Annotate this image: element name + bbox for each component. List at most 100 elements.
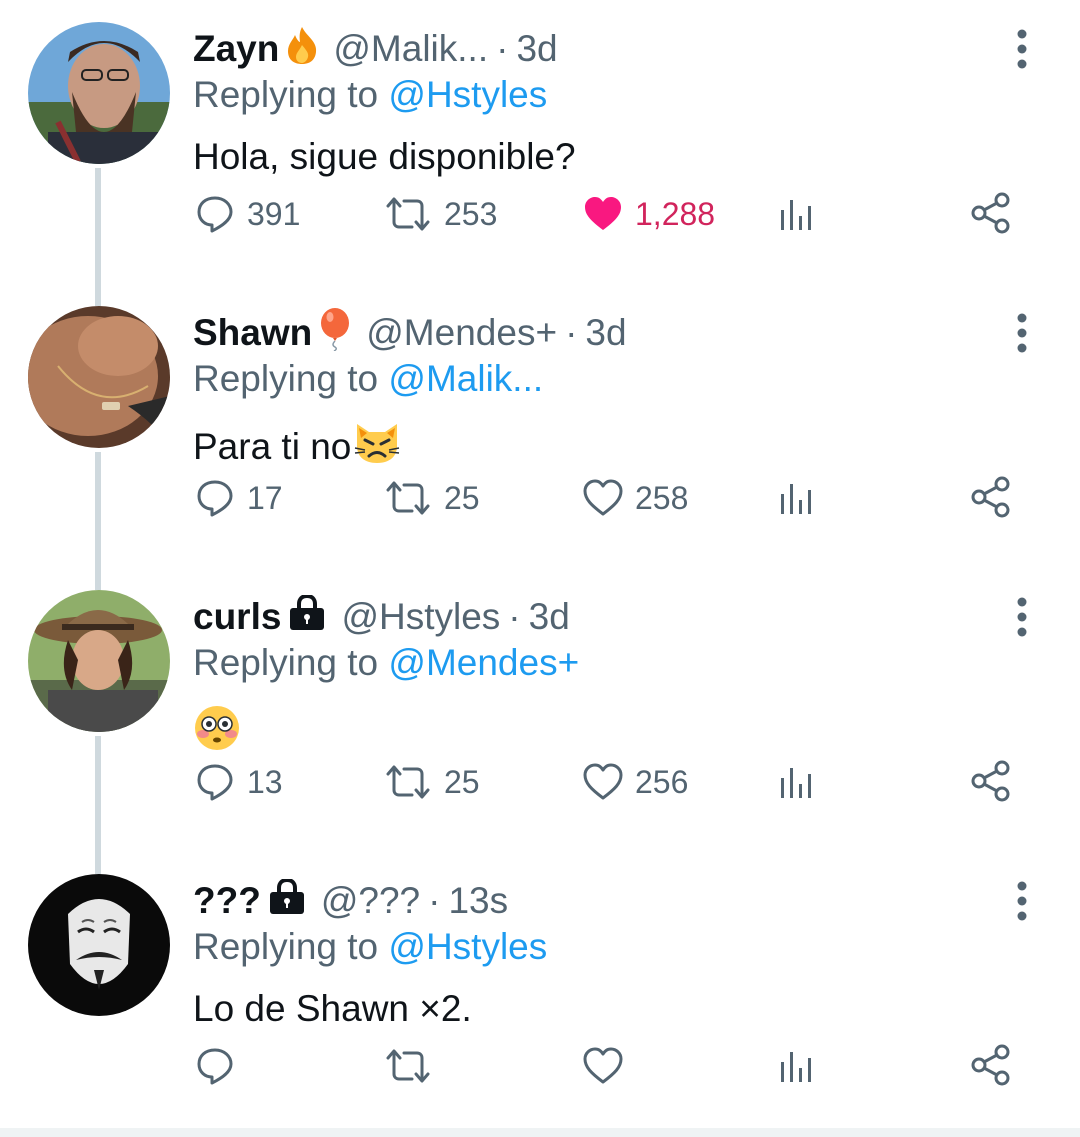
retweet-button[interactable]: 25 xyxy=(384,762,480,802)
heart-icon xyxy=(583,479,623,516)
display-name[interactable]: curls xyxy=(193,596,281,638)
analytics-icon xyxy=(781,768,811,798)
analytics-button[interactable] xyxy=(778,1048,816,1084)
action-bar: 391 253 1,288 xyxy=(0,188,1080,240)
replying-to-label: Replying to xyxy=(193,358,379,399)
tweet[interactable]: ??? @??? · 13s Replying to @Hstyles Lo d… xyxy=(0,852,1080,1136)
retweet-button[interactable]: 25 xyxy=(384,478,480,518)
heart-filled-icon xyxy=(585,197,621,230)
reply-icon xyxy=(197,764,233,801)
replying-to-line: Replying to @Hstyles xyxy=(193,926,547,968)
lock-icon xyxy=(287,593,327,640)
tweet-text: Lo de Shawn ×2. xyxy=(193,988,472,1029)
share-button[interactable] xyxy=(970,192,1012,234)
separator-dot: · xyxy=(496,28,509,69)
user-handle[interactable]: @Hstyles xyxy=(341,596,500,638)
timestamp[interactable]: 3d xyxy=(529,596,570,638)
tweet-text: Para ti no xyxy=(193,425,352,467)
more-options-icon[interactable] xyxy=(1006,26,1038,72)
separator-dot: · xyxy=(428,880,441,921)
tweet[interactable]: Shawn @Mendes+ · 3d Replying to @Malik..… xyxy=(0,284,1080,568)
share-button[interactable] xyxy=(970,476,1012,518)
display-name[interactable]: Shawn xyxy=(193,312,312,354)
share-icon xyxy=(971,1044,1010,1086)
replying-to-line: Replying to @Hstyles xyxy=(193,74,547,116)
tweet[interactable]: Zayn @Malik... · 3d Replying to @Hstyles… xyxy=(0,0,1080,284)
like-button[interactable] xyxy=(583,1046,623,1086)
user-handle[interactable]: @Malik... xyxy=(333,28,488,70)
retweet-icon xyxy=(386,481,430,515)
more-options-icon[interactable] xyxy=(1006,878,1038,924)
flushed-face-emoji-icon xyxy=(193,704,241,761)
retweet-count: 25 xyxy=(444,479,480,516)
reply-button[interactable]: 13 xyxy=(195,762,283,802)
user-handle[interactable]: @??? xyxy=(321,880,420,922)
fire-emoji-icon xyxy=(285,25,319,74)
reply-button[interactable] xyxy=(195,1046,235,1086)
reply-count: 17 xyxy=(247,479,283,516)
replying-to-link[interactable]: @Mendes+ xyxy=(388,642,579,683)
like-button[interactable]: 258 xyxy=(583,478,688,518)
avatar[interactable] xyxy=(28,590,170,732)
separator-dot: · xyxy=(565,312,578,353)
replying-to-line: Replying to @Malik... xyxy=(193,358,543,400)
replying-to-link[interactable]: @Malik... xyxy=(388,358,543,399)
lock-icon xyxy=(267,877,307,924)
display-name[interactable]: Zayn xyxy=(193,28,279,70)
reply-icon xyxy=(197,1048,233,1085)
retweet-icon xyxy=(386,765,430,799)
more-options-icon[interactable] xyxy=(1006,310,1038,356)
display-name[interactable]: ??? xyxy=(193,880,261,922)
share-button[interactable] xyxy=(970,760,1012,802)
timestamp[interactable]: 3d xyxy=(516,28,557,70)
like-button[interactable]: 256 xyxy=(583,762,688,802)
retweet-button[interactable] xyxy=(384,1046,432,1086)
like-count: 1,288 xyxy=(635,195,716,232)
replying-to-label: Replying to xyxy=(193,926,379,967)
retweet-button[interactable]: 253 xyxy=(384,194,497,234)
separator-dot: · xyxy=(508,596,521,637)
share-icon xyxy=(971,192,1010,234)
action-bar: 17 25 258 xyxy=(0,472,1080,524)
analytics-button[interactable] xyxy=(778,196,816,232)
analytics-icon xyxy=(781,200,811,230)
reply-button[interactable]: 391 xyxy=(195,194,300,234)
action-bar xyxy=(0,1040,1080,1092)
pouting-cat-emoji-icon xyxy=(353,420,401,473)
analytics-button[interactable] xyxy=(778,480,816,516)
avatar[interactable] xyxy=(28,22,170,164)
reply-icon xyxy=(197,480,233,517)
like-button[interactable]: 1,288 xyxy=(583,194,715,234)
replying-to-label: Replying to xyxy=(193,74,379,115)
divider xyxy=(0,1128,1080,1137)
action-bar: 13 25 256 xyxy=(0,756,1080,808)
avatar[interactable] xyxy=(28,306,170,448)
reply-icon xyxy=(197,196,233,233)
analytics-button[interactable] xyxy=(778,764,816,800)
tweet[interactable]: curls @Hstyles · 3d Replying to @Mendes+ xyxy=(0,568,1080,852)
retweet-icon xyxy=(386,197,430,231)
share-icon xyxy=(971,476,1010,518)
avatar[interactable] xyxy=(28,874,170,1016)
retweet-count: 25 xyxy=(444,763,480,800)
heart-icon xyxy=(583,1047,623,1084)
heart-icon xyxy=(583,763,623,800)
user-handle[interactable]: @Mendes+ xyxy=(366,312,557,354)
balloon-emoji-icon xyxy=(318,307,352,360)
share-button[interactable] xyxy=(970,1044,1012,1086)
timestamp[interactable]: 13s xyxy=(448,880,508,922)
reply-count: 13 xyxy=(247,763,283,800)
replying-to-link[interactable]: @Hstyles xyxy=(388,926,547,967)
analytics-icon xyxy=(781,484,811,514)
reply-button[interactable]: 17 xyxy=(195,478,283,518)
like-count: 256 xyxy=(635,763,689,800)
tweet-body: Para ti no xyxy=(193,420,401,473)
more-options-icon[interactable] xyxy=(1006,594,1038,640)
tweet-text: Hola, sigue disponible? xyxy=(193,136,576,177)
retweet-icon xyxy=(386,1049,430,1083)
replying-to-link[interactable]: @Hstyles xyxy=(388,74,547,115)
timestamp[interactable]: 3d xyxy=(585,312,626,354)
analytics-icon xyxy=(781,1052,811,1082)
replying-to-label: Replying to xyxy=(193,642,379,683)
retweet-count: 253 xyxy=(444,195,498,232)
